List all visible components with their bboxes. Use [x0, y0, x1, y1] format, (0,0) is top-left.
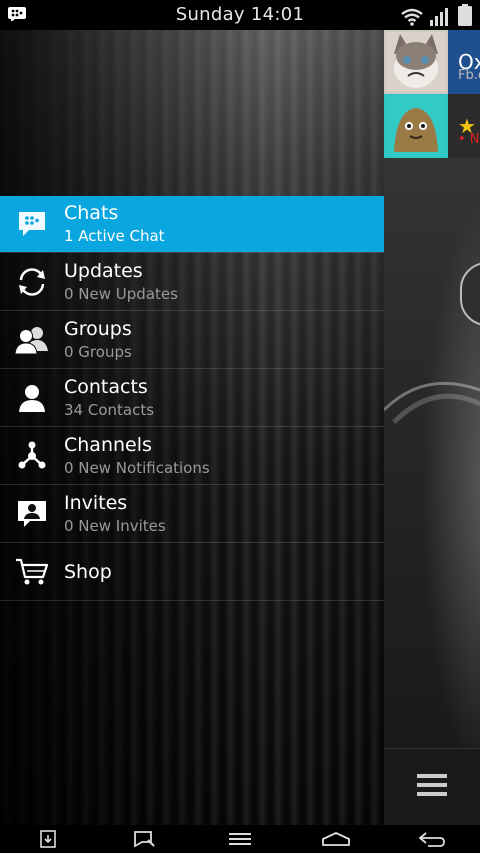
battery-icon — [458, 4, 472, 30]
signal-icon — [430, 6, 452, 30]
groups-icon — [0, 311, 64, 368]
menu-item-title: Shop — [64, 560, 112, 583]
invites-icon — [0, 485, 64, 542]
channels-icon — [0, 427, 64, 484]
drawer-menu: Chats 1 Active Chat Updates 0 New Update… — [0, 196, 384, 601]
menu-item-subtitle: 1 Active Chat — [64, 227, 165, 245]
menu-item-title: Groups — [64, 317, 132, 340]
background-wave — [384, 381, 480, 424]
contacts-icon — [0, 369, 64, 426]
hamburger-icon — [417, 772, 447, 802]
menu-item-subtitle: 34 Contacts — [64, 400, 155, 419]
system-nav-bar — [0, 825, 480, 853]
overflow-menu-button[interactable] — [384, 748, 480, 825]
menu-item-title: Chats — [64, 202, 119, 224]
floating-circle-button[interactable] — [460, 262, 480, 326]
menu-item-invites[interactable]: Invites 0 New Invites — [0, 484, 384, 542]
menu-item-updates[interactable]: Updates 0 New Updates — [0, 252, 384, 310]
wifi-icon — [400, 8, 424, 30]
status-bar: Sunday 14:01 — [0, 0, 480, 30]
chats-icon — [0, 196, 64, 253]
menu-item-title: Updates — [64, 259, 143, 282]
menu-item-contacts[interactable]: Contacts 34 Contacts — [0, 368, 384, 426]
menu-item-subtitle: 0 New Notifications — [64, 458, 210, 477]
app-switcher-icon[interactable] — [28, 825, 68, 853]
updates-icon — [0, 253, 64, 310]
menu-item-chats[interactable]: Chats 1 Active Chat — [0, 196, 384, 252]
search-icon[interactable] — [124, 825, 164, 853]
chat-row[interactable]: ★ • N — [384, 94, 480, 158]
chat-meta: Fb.c — [458, 68, 480, 83]
shop-icon — [0, 543, 64, 600]
chat-meta: • N — [458, 132, 480, 147]
avatar — [384, 30, 448, 94]
avatar — [384, 94, 448, 158]
menu-item-title: Contacts — [64, 375, 148, 398]
menu-item-subtitle: 0 Groups — [64, 342, 132, 361]
chat-list-background: Ox Fb.c ★ • N — [384, 30, 480, 825]
menu-divider — [0, 600, 384, 601]
back-icon[interactable] — [412, 825, 452, 853]
menu-item-subtitle: 0 New Updates — [64, 284, 178, 303]
home-icon[interactable] — [316, 825, 356, 853]
menu-item-groups[interactable]: Groups 0 Groups — [0, 310, 384, 368]
menu-item-subtitle: 0 New Invites — [64, 516, 166, 535]
menu-icon[interactable] — [220, 825, 260, 853]
menu-item-title: Invites — [64, 491, 128, 514]
menu-item-title: Channels — [64, 433, 152, 456]
chat-row[interactable]: Ox Fb.c — [384, 30, 480, 94]
menu-item-channels[interactable]: Channels 0 New Notifications — [0, 426, 384, 484]
menu-item-shop[interactable]: Shop — [0, 542, 384, 600]
